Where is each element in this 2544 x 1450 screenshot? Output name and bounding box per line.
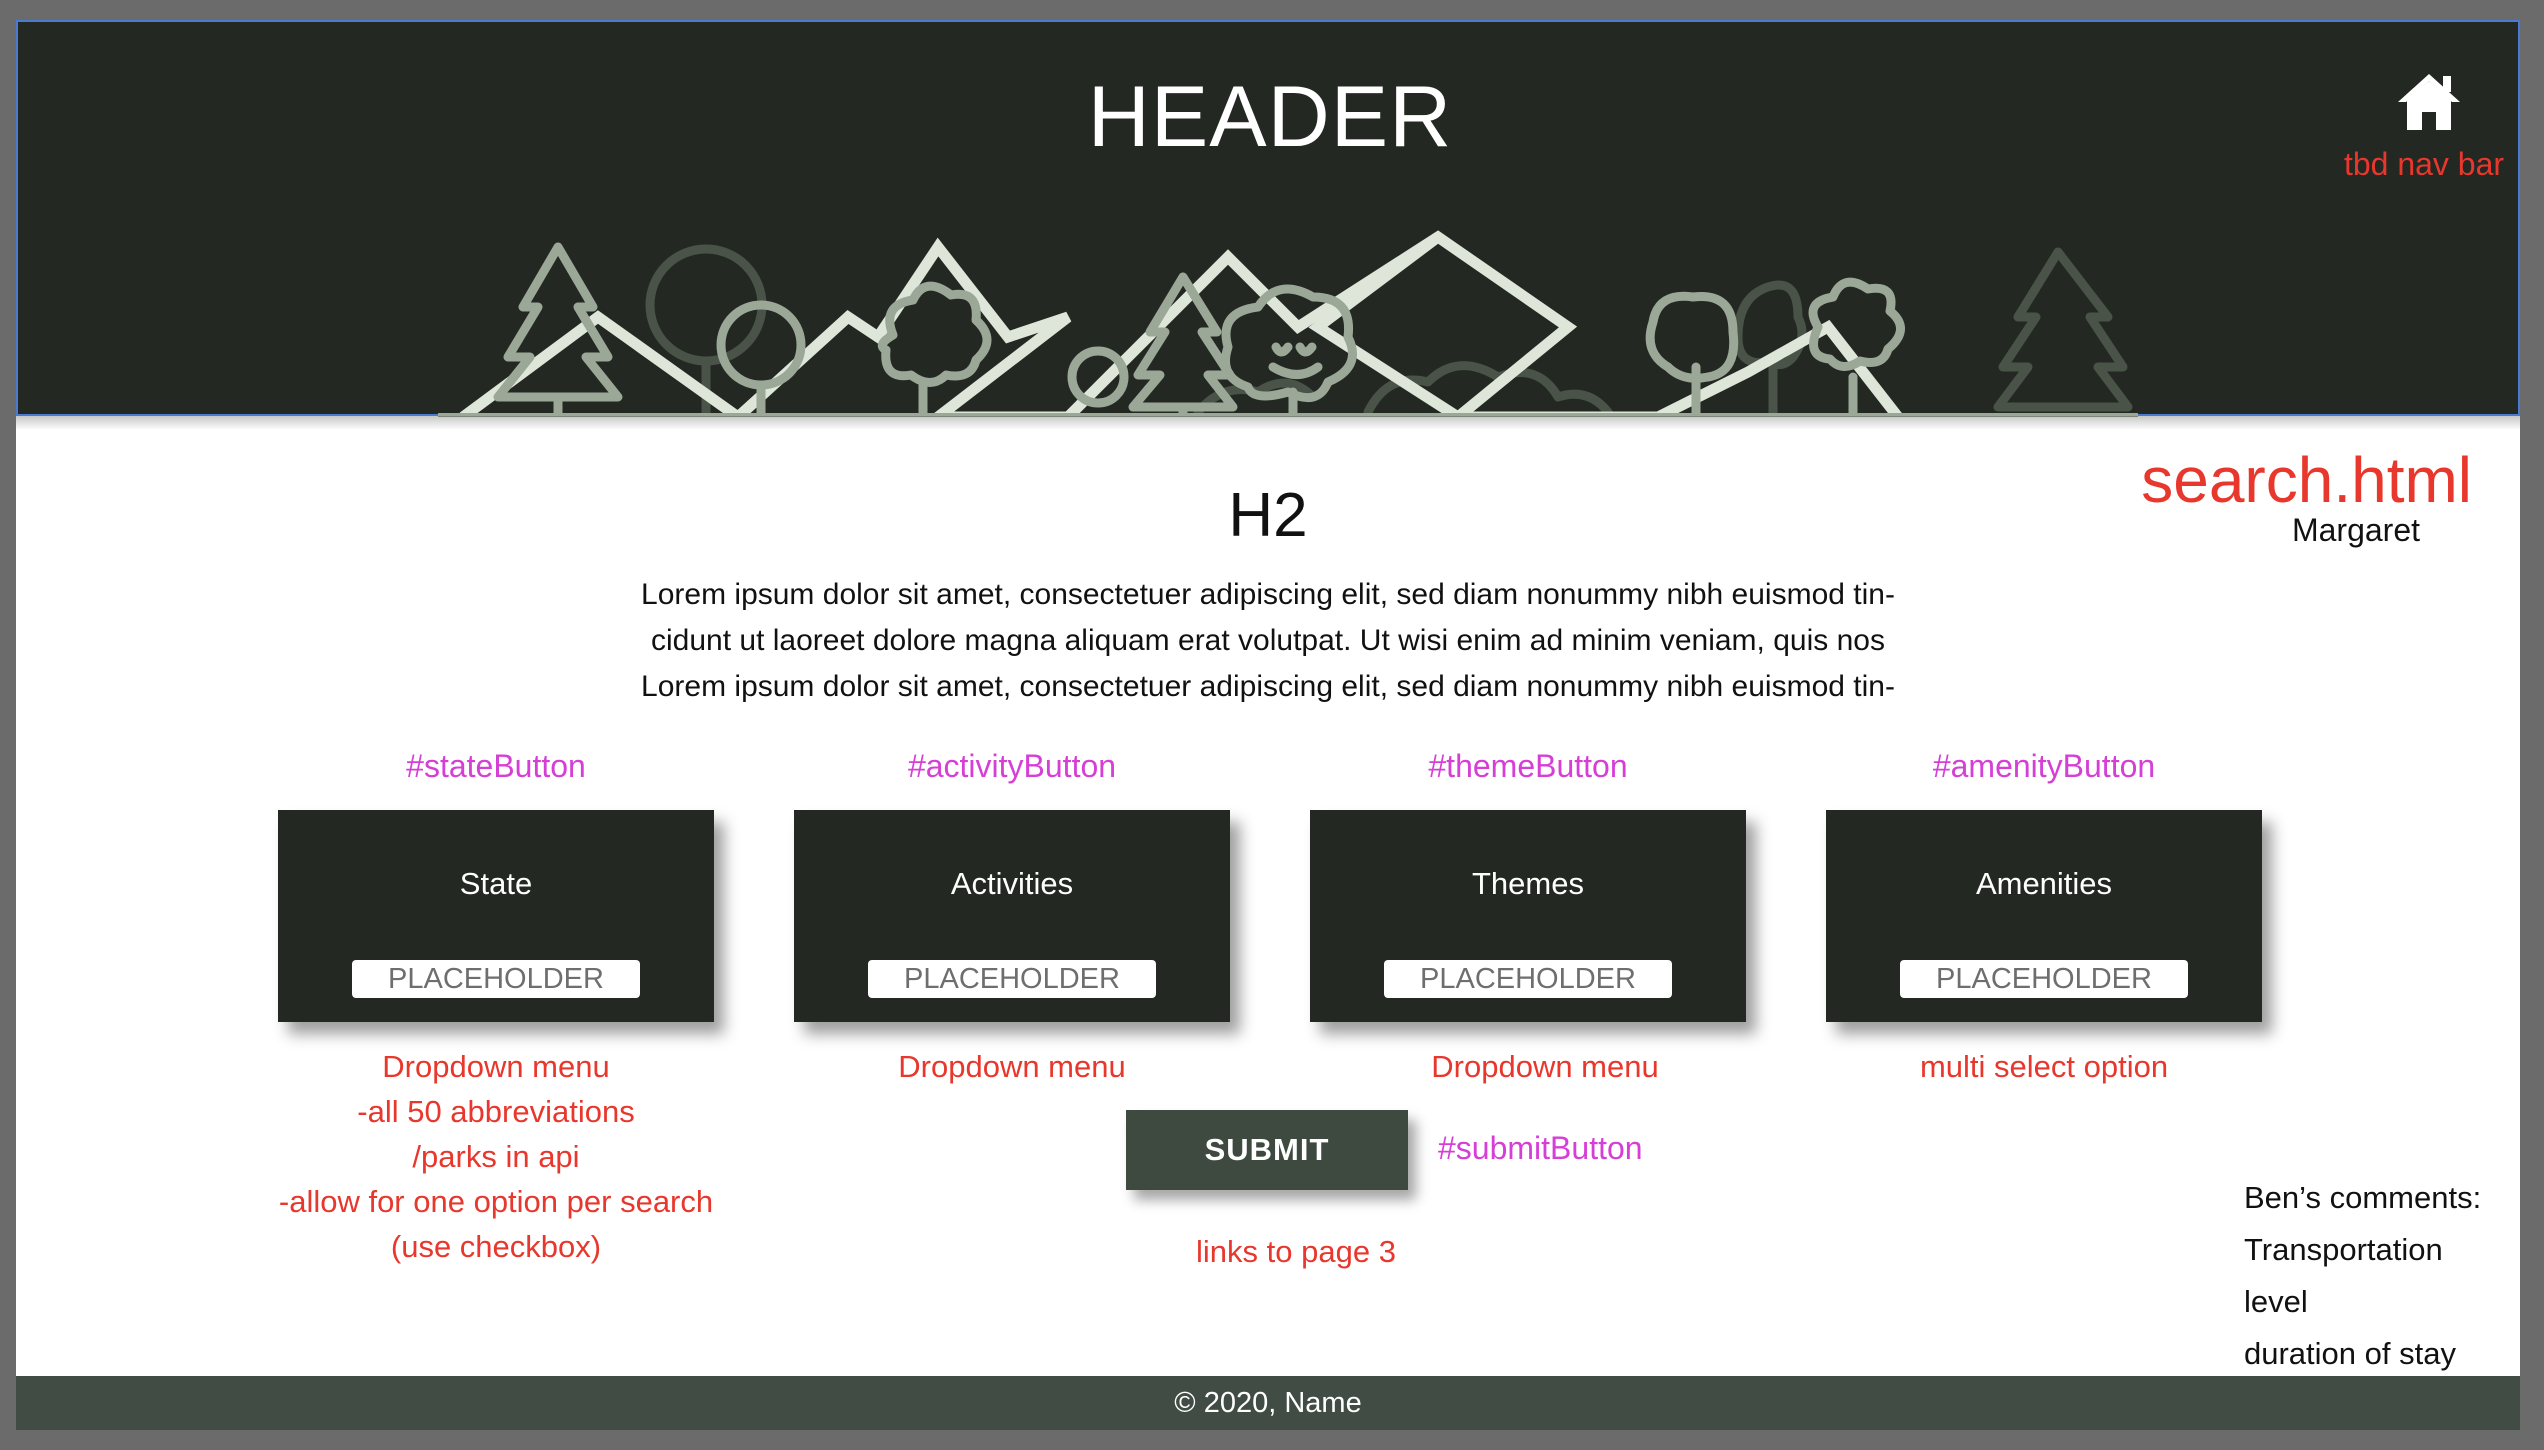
comment-item: Transportation [2244, 1232, 2443, 1267]
note-line: Dropdown menu [1431, 1049, 1659, 1084]
note-line: /parks in api [412, 1139, 580, 1174]
comment-item: duration of stay [2244, 1336, 2456, 1371]
note-line: Dropdown menu [898, 1049, 1126, 1084]
note-line: -all 50 abbreviations [357, 1094, 635, 1129]
activity-button[interactable]: Activities [794, 810, 1230, 1022]
filter-id-label: #stateButton [406, 748, 586, 784]
state-input[interactable] [352, 960, 640, 998]
header-illustration [438, 230, 2138, 417]
theme-input[interactable] [1384, 960, 1672, 998]
footer: © 2020, Name [16, 1376, 2520, 1430]
state-button[interactable]: State [278, 810, 714, 1022]
submit-note: links to page 3 [1196, 1234, 1396, 1269]
note-line: multi select option [1919, 1049, 2169, 1084]
theme-button[interactable]: Themes [1310, 810, 1746, 1022]
header: HEADER tbd nav bar [16, 20, 2520, 417]
comments: Ben’s comments: Transportation level dur… [2244, 1172, 2481, 1380]
filter-activities: #activityButton Activities Dropdown menu [762, 744, 1262, 1089]
filter-label: Amenities [1975, 866, 2113, 901]
amenity-button[interactable]: Amenities [1826, 810, 2262, 1022]
intro-line: cidunt ut laoreet dolore magna aliquam e… [651, 624, 1885, 657]
nav-note: tbd nav bar [2343, 146, 2505, 182]
filter-notes: Dropdown menu [762, 1044, 1262, 1089]
filter-label: Activities [950, 866, 1074, 901]
filter-notes: Dropdown menu [1278, 1044, 1778, 1089]
intro-text: Lorem ipsum dolor sit amet, consectetuer… [618, 572, 1918, 710]
filter-id-label: #amenityButton [1932, 748, 2156, 784]
activity-input[interactable] [868, 960, 1156, 998]
filter-notes: Dropdown menu -all 50 abbreviations /par… [246, 1044, 746, 1269]
note-line: -allow for one option per search [278, 1184, 714, 1219]
filter-themes: #themeButton Themes Dropdown menu [1278, 744, 1778, 1089]
home-icon[interactable] [2394, 70, 2464, 132]
comment-item: level [2244, 1284, 2308, 1319]
header-title: HEADER [1087, 69, 1453, 165]
filter-label: State [459, 866, 533, 901]
page-heading: H2 [1228, 481, 1308, 550]
filter-amenities: #amenityButton Amenities multi select op… [1794, 744, 2294, 1089]
intro-line: Lorem ipsum dolor sit amet, consectetuer… [641, 670, 1895, 703]
header-shadow [16, 416, 2520, 430]
filter-id-label: #themeButton [1428, 748, 1628, 784]
comments-title: Ben’s comments: [2244, 1180, 2482, 1215]
filter-label: Themes [1472, 866, 1584, 901]
filter-state: #stateButton State Dropdown menu -all 50… [246, 744, 746, 1269]
intro-line: Lorem ipsum dolor sit amet, consectetuer… [641, 578, 1895, 611]
filter-id-label: #activityButton [907, 748, 1117, 784]
submit-button[interactable]: SUBMIT [1126, 1110, 1408, 1190]
note-line: (use checkbox) [390, 1229, 602, 1264]
artboard: HEADER tbd nav bar search.html Margaret … [16, 20, 2520, 1430]
submit-id-label: #submitButton [1438, 1130, 1643, 1166]
amenity-input[interactable] [1900, 960, 2188, 998]
note-line: Dropdown menu [382, 1049, 610, 1084]
filter-notes: multi select option [1794, 1044, 2294, 1089]
